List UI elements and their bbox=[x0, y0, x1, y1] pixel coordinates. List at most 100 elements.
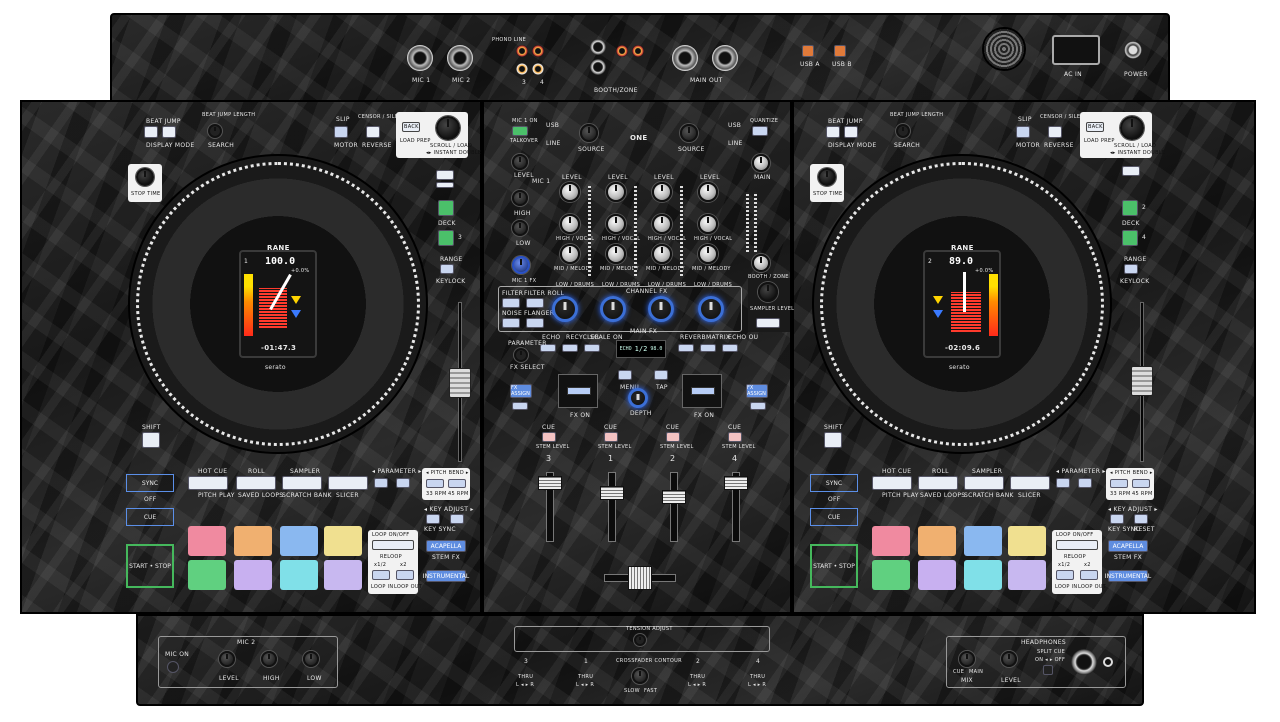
r-censor-button[interactable] bbox=[1048, 126, 1062, 138]
hot-cue-button[interactable] bbox=[188, 476, 228, 490]
ch3-mid-knob[interactable] bbox=[560, 244, 580, 264]
fx-on-left-paddle[interactable] bbox=[558, 374, 598, 408]
ch3-fader-cap[interactable] bbox=[538, 476, 562, 490]
r-instrumental-button[interactable]: INSTRUMENTAL bbox=[1105, 570, 1151, 582]
pitch-bend-plus[interactable] bbox=[448, 479, 466, 488]
r-acapella-button[interactable]: ACAPELLA bbox=[1108, 540, 1148, 552]
sync-button[interactable]: SYNC bbox=[126, 474, 174, 492]
mic-fx-knob[interactable] bbox=[512, 256, 530, 274]
usb-a-port[interactable] bbox=[802, 45, 814, 57]
split-cue-switch[interactable] bbox=[1043, 665, 1053, 675]
ch1-fader-cap[interactable] bbox=[600, 486, 624, 500]
beat-jump-back-button[interactable] bbox=[144, 126, 158, 138]
r-sync-button[interactable]: SYNC bbox=[810, 474, 858, 492]
key-sync-button[interactable] bbox=[426, 514, 440, 524]
r-scroll-load-knob[interactable] bbox=[1120, 116, 1144, 140]
fx-scaleon-button[interactable] bbox=[584, 344, 600, 352]
cue-ch2-button[interactable] bbox=[666, 432, 680, 442]
r-roll-button[interactable] bbox=[918, 476, 958, 490]
flanger-button[interactable] bbox=[526, 318, 544, 328]
rca-3r[interactable] bbox=[532, 45, 544, 57]
parameter-left-button[interactable] bbox=[374, 478, 388, 488]
ch2-mid-knob[interactable] bbox=[652, 244, 672, 264]
r-start-stop-button[interactable]: START • STOP bbox=[810, 544, 858, 588]
deck-upper-button[interactable] bbox=[436, 170, 454, 180]
crossfader-contour-knob[interactable] bbox=[632, 668, 648, 684]
slip-button[interactable] bbox=[334, 126, 348, 138]
shift-button[interactable] bbox=[142, 432, 160, 448]
mic-level-knob[interactable] bbox=[512, 154, 528, 170]
mic-high-knob[interactable] bbox=[512, 190, 528, 206]
ch1-fx-knob[interactable] bbox=[600, 296, 626, 322]
r-parameter-right-button[interactable] bbox=[1078, 478, 1092, 488]
pitch-fader-cap[interactable] bbox=[449, 368, 471, 398]
r-key-reset-button[interactable] bbox=[1134, 514, 1148, 524]
cue-ch4-button[interactable] bbox=[728, 432, 742, 442]
filter-button[interactable] bbox=[502, 298, 520, 308]
headphones-jack[interactable] bbox=[1071, 649, 1097, 675]
booth-jack-l[interactable] bbox=[590, 39, 606, 55]
mic2-jack[interactable] bbox=[447, 45, 473, 71]
depth-knob[interactable] bbox=[628, 388, 648, 408]
ch4-mid-knob[interactable] bbox=[698, 244, 718, 264]
pad-2[interactable] bbox=[234, 526, 272, 556]
headphones-mini-jack[interactable] bbox=[1103, 657, 1113, 667]
ch4-fx-knob[interactable] bbox=[698, 296, 724, 322]
pad-7[interactable] bbox=[280, 560, 318, 590]
fx-assign-right-button[interactable]: FX ASSIGN bbox=[746, 384, 768, 398]
r-loop-double-button[interactable] bbox=[1080, 570, 1098, 580]
tension-adjust-knob[interactable] bbox=[634, 634, 646, 646]
pad-5[interactable] bbox=[188, 560, 226, 590]
r-pad-1[interactable] bbox=[872, 526, 910, 556]
beat-jump-length-knob[interactable] bbox=[208, 124, 222, 138]
deck-3-button[interactable] bbox=[438, 230, 454, 246]
fx-recycler-button[interactable] bbox=[562, 344, 578, 352]
deck-1-button[interactable] bbox=[438, 200, 454, 216]
r-pitch-bend-minus[interactable] bbox=[1110, 479, 1128, 488]
mic-low-knob[interactable] bbox=[512, 220, 528, 236]
loop-onoff-button[interactable] bbox=[372, 540, 414, 550]
stop-time-knob[interactable] bbox=[136, 168, 154, 186]
menu-button[interactable] bbox=[618, 370, 632, 380]
ch2-high-knob[interactable] bbox=[652, 214, 672, 234]
r-pad-3[interactable] bbox=[964, 526, 1002, 556]
ch1-high-knob[interactable] bbox=[606, 214, 626, 234]
deck-lower-button[interactable] bbox=[436, 182, 454, 188]
source-knob-right[interactable] bbox=[680, 124, 698, 142]
ch3-level-knob[interactable] bbox=[560, 182, 580, 202]
booth-jack-r[interactable] bbox=[590, 59, 606, 75]
main-out-r[interactable] bbox=[712, 45, 738, 71]
sampler-bank-button[interactable] bbox=[756, 318, 780, 328]
r-pad-7[interactable] bbox=[964, 560, 1002, 590]
fx-assign-left-button[interactable]: FX ASSIGN bbox=[510, 384, 532, 398]
acapella-button[interactable]: ACAPELLA bbox=[426, 540, 466, 552]
key-reset-button[interactable] bbox=[450, 514, 464, 524]
r-slicer-button[interactable] bbox=[1010, 476, 1050, 490]
deck-2-button[interactable] bbox=[1122, 200, 1138, 216]
tap-button[interactable] bbox=[654, 370, 668, 380]
pad-6[interactable] bbox=[234, 560, 272, 590]
r-pitch-bend-plus[interactable] bbox=[1132, 479, 1150, 488]
mic-on-front-button[interactable] bbox=[167, 661, 179, 673]
r-shift-button[interactable] bbox=[824, 432, 842, 448]
sampler-button[interactable] bbox=[282, 476, 322, 490]
roll-button[interactable] bbox=[236, 476, 276, 490]
fx-assign-right-2[interactable] bbox=[750, 402, 766, 410]
main-level-knob[interactable] bbox=[752, 154, 770, 172]
cue-button[interactable]: CUE bbox=[126, 508, 174, 526]
r-beat-jump-back-button[interactable] bbox=[826, 126, 840, 138]
cue-ch3-button[interactable] bbox=[542, 432, 556, 442]
parameter-knob[interactable] bbox=[514, 348, 528, 362]
start-stop-button[interactable]: START • STOP bbox=[126, 544, 174, 588]
r-pitch-fader-cap[interactable] bbox=[1131, 366, 1153, 396]
source-knob-left[interactable] bbox=[580, 124, 598, 142]
range-button[interactable] bbox=[440, 264, 454, 274]
r-loop-onoff-button[interactable] bbox=[1056, 540, 1098, 550]
power-switch[interactable] bbox=[1124, 41, 1142, 59]
pitch-bend-minus[interactable] bbox=[426, 479, 444, 488]
ch1-mid-knob[interactable] bbox=[606, 244, 626, 264]
mic1-jack[interactable] bbox=[407, 45, 433, 71]
r-pad-6[interactable] bbox=[918, 560, 956, 590]
ch4-level-knob[interactable] bbox=[698, 182, 718, 202]
pad-8[interactable] bbox=[324, 560, 362, 590]
